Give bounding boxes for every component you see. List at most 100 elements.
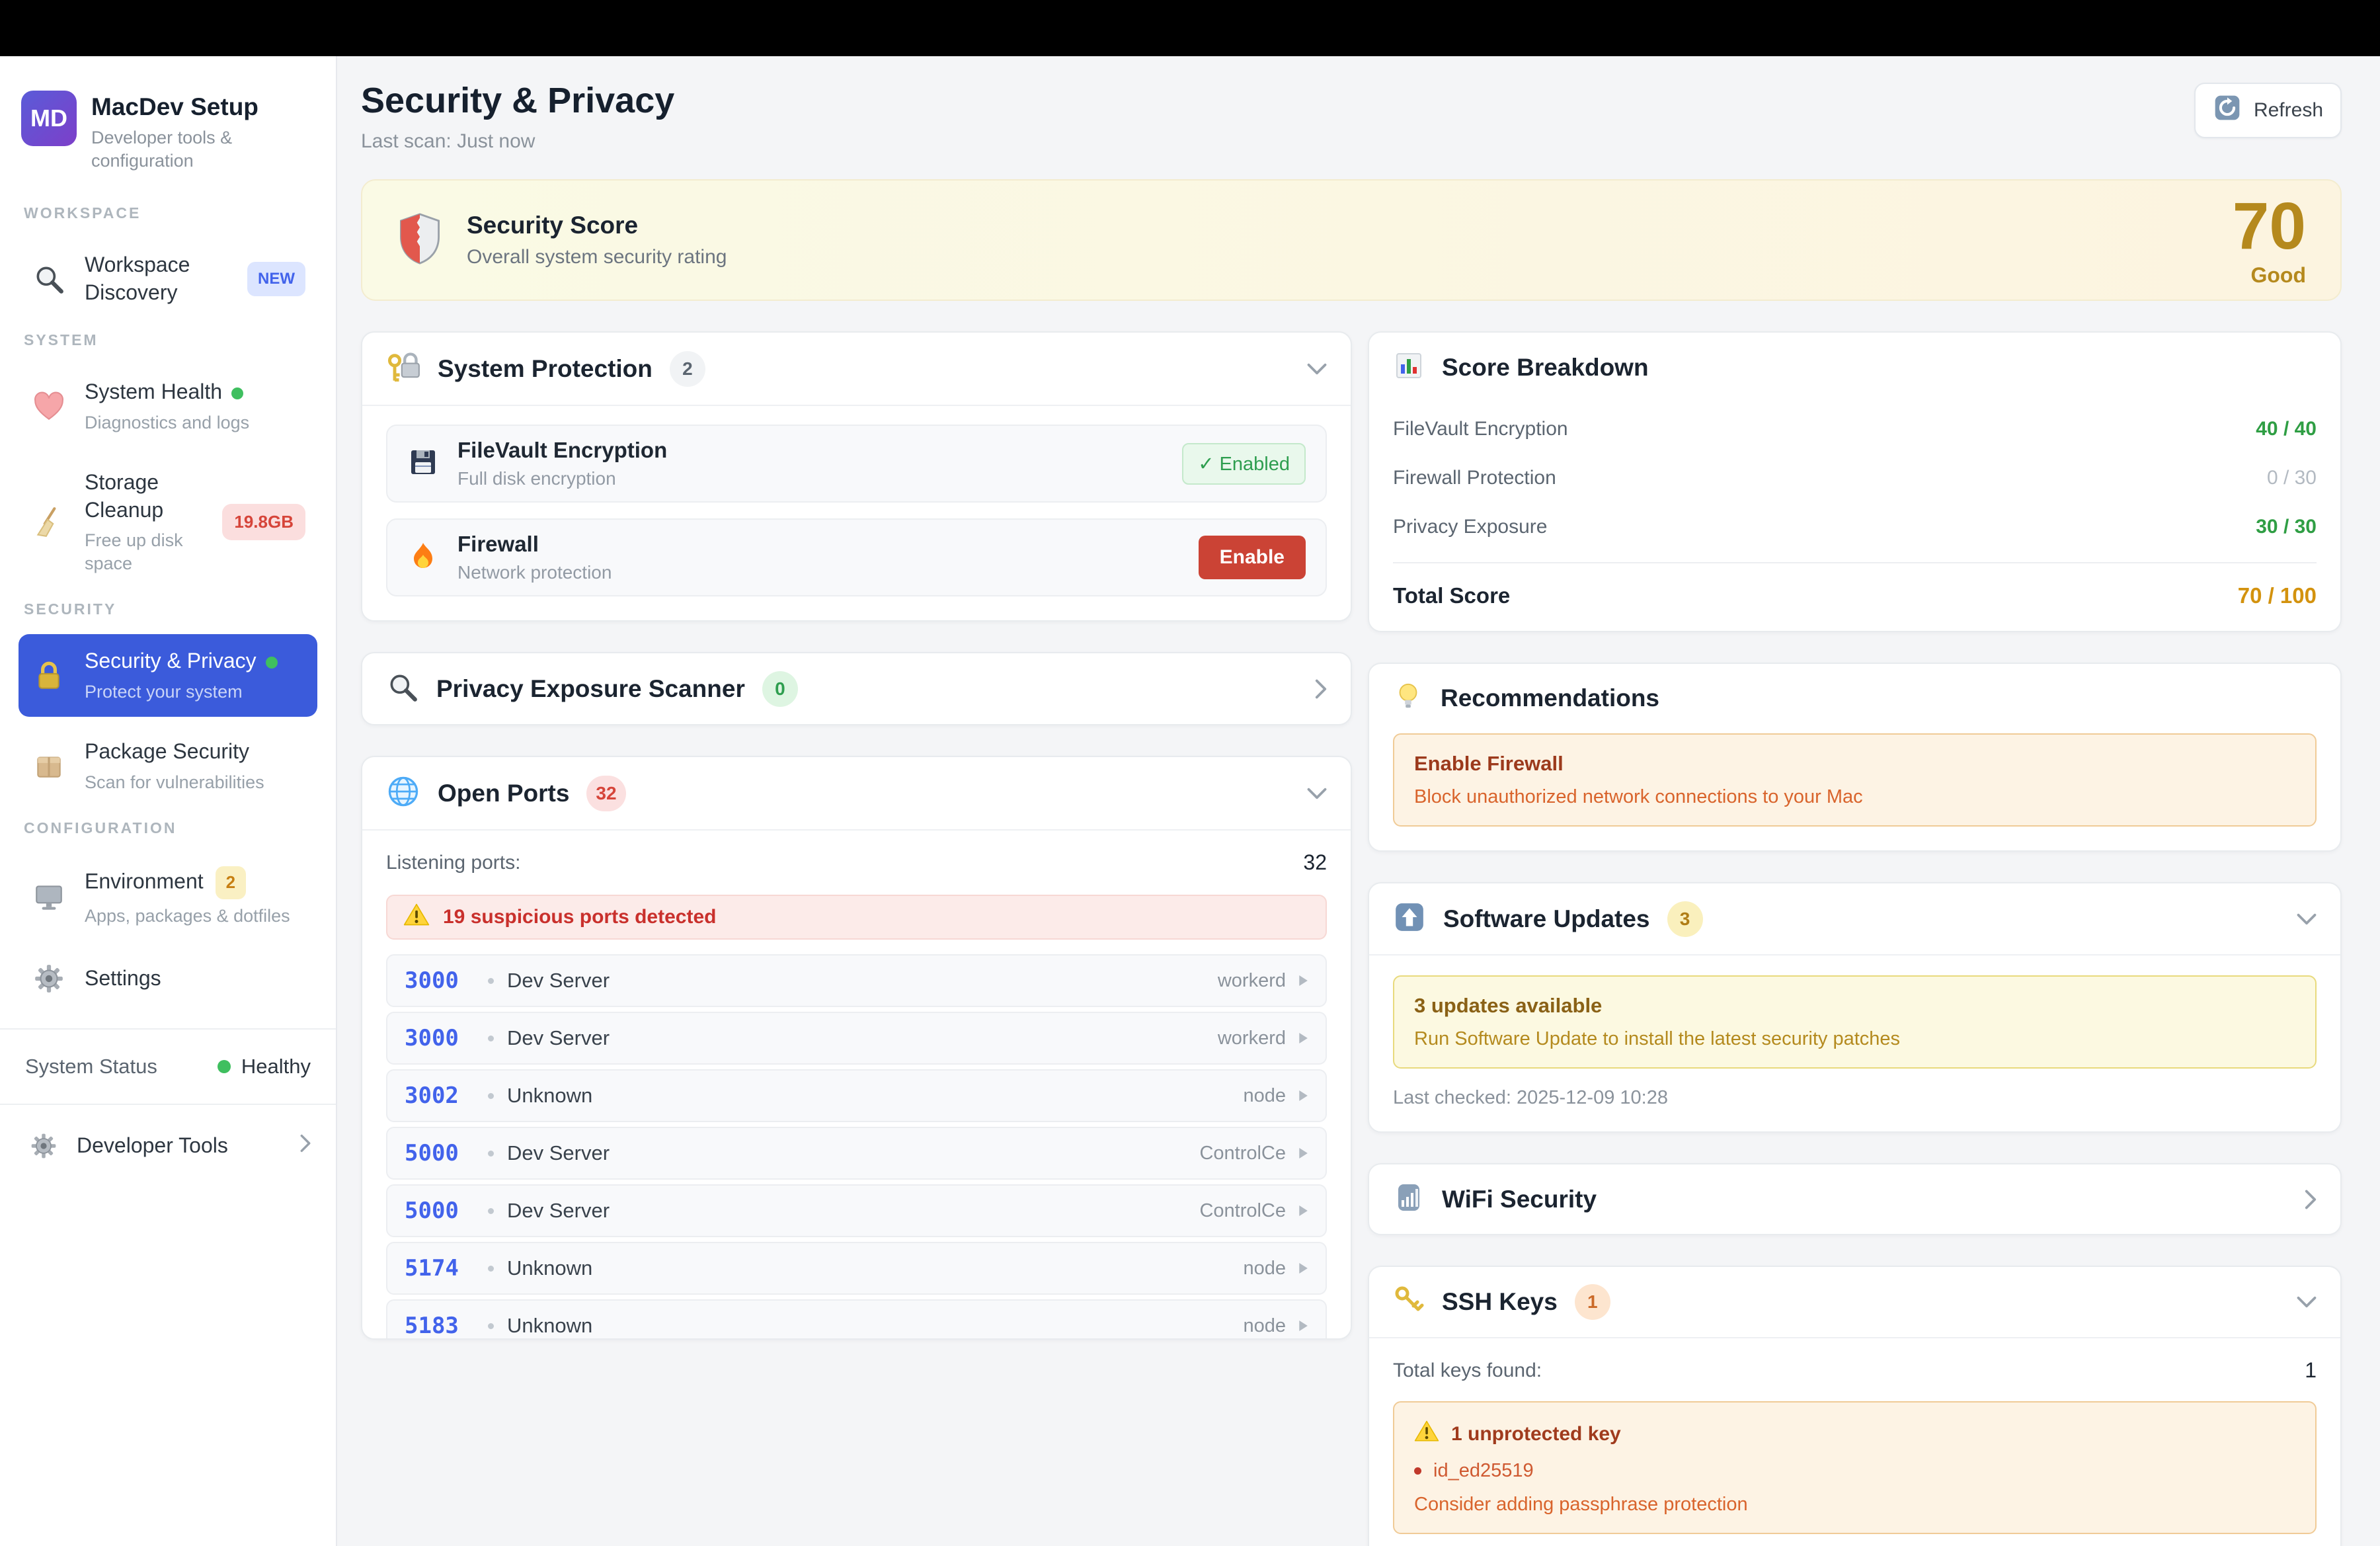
- separator-dot: [488, 1151, 494, 1157]
- section-label-configuration: CONFIGURATION: [24, 819, 317, 837]
- sidebar-item-subtitle: Scan for vulnerabilities: [85, 771, 305, 794]
- breakdown-row: Firewall Protection 0 / 30: [1393, 454, 2317, 503]
- separator-dot: [488, 1266, 494, 1272]
- port-number: 5183: [405, 1313, 487, 1339]
- sidebar-item-label: Package Security: [85, 738, 305, 766]
- ssh-alert-detail: Consider adding passphrase protection: [1414, 1494, 2295, 1516]
- card-title: System Protection: [438, 355, 653, 383]
- heart-icon: [30, 390, 67, 423]
- port-row[interactable]: 3000 Dev Server workerd: [386, 1012, 1327, 1065]
- firewall-row: Firewall Network protection Enable: [386, 518, 1327, 596]
- port-name: Unknown: [507, 1256, 592, 1280]
- software-updates-header[interactable]: Software Updates 3: [1369, 883, 2340, 956]
- port-name: Dev Server: [507, 969, 610, 993]
- divider: [0, 1028, 336, 1030]
- port-number: 3000: [405, 1025, 487, 1051]
- count-badge: 32: [586, 776, 625, 811]
- refresh-label: Refresh: [2254, 99, 2323, 122]
- port-name: Unknown: [507, 1084, 592, 1108]
- section-label-security: SECURITY: [24, 600, 317, 618]
- system-protection-header[interactable]: System Protection 2: [362, 333, 1351, 406]
- sidebar-item-storage-cleanup[interactable]: Storage Cleanup Free up disk space 19.8G…: [19, 456, 317, 589]
- expand-arrow-icon: [1298, 1089, 1308, 1102]
- feature-title: Firewall: [457, 532, 1180, 557]
- port-number: 3002: [405, 1082, 487, 1109]
- key-name: id_ed25519: [1433, 1460, 1534, 1482]
- sidebar-item-label: Environment: [85, 869, 204, 893]
- sidebar: MD MacDev Setup Developer tools & config…: [0, 56, 337, 1546]
- port-row[interactable]: 5183 Unknown node: [386, 1299, 1327, 1340]
- port-name: Dev Server: [507, 1199, 610, 1223]
- port-number: 5174: [405, 1255, 487, 1282]
- filevault-row: FileVault Encryption Full disk encryptio…: [386, 425, 1327, 503]
- total-score-value: 70 / 100: [2238, 583, 2317, 608]
- system-status-label: System Status: [25, 1055, 157, 1078]
- port-process: ControlCe: [1199, 1200, 1286, 1222]
- ssh-keys-header[interactable]: SSH Keys 1: [1369, 1267, 2340, 1338]
- signal-bars-icon: [1393, 1182, 1425, 1217]
- divider: [0, 1104, 336, 1105]
- sidebar-item-subtitle: Free up disk space: [85, 529, 205, 575]
- app-header: MD MacDev Setup Developer tools & config…: [19, 91, 317, 173]
- monitor-icon: [30, 880, 67, 913]
- refresh-icon: [2213, 93, 2242, 128]
- sidebar-item-label: Storage Cleanup: [85, 469, 205, 524]
- sidebar-item-environment[interactable]: Environment2 Apps, packages & dotfiles: [19, 853, 317, 941]
- app-name: MacDev Setup: [91, 93, 309, 121]
- port-row[interactable]: 5000 Dev Server ControlCe: [386, 1127, 1327, 1180]
- port-row[interactable]: 5174 Unknown node: [386, 1242, 1327, 1295]
- fire-icon: [407, 540, 439, 575]
- section-label-system: SYSTEM: [24, 331, 317, 349]
- open-ports-header[interactable]: Open Ports 32: [362, 757, 1351, 831]
- port-process: node: [1243, 1258, 1286, 1280]
- page-title: Security & Privacy: [361, 80, 674, 121]
- updates-alert-title: 3 updates available: [1414, 994, 2295, 1018]
- separator-dot: [488, 978, 494, 984]
- separator-dot: [488, 1093, 494, 1099]
- port-number: 3000: [405, 967, 487, 994]
- lock-icon: [30, 659, 67, 692]
- recommendations-card: Recommendations Enable Firewall Block un…: [1368, 663, 2342, 852]
- last-scan-text: Last scan: Just now: [361, 130, 674, 153]
- gear-icon: [25, 1131, 62, 1160]
- card-title: Score Breakdown: [1442, 354, 1649, 382]
- sidebar-item-system-health[interactable]: System Health Diagnostics and logs: [19, 365, 317, 448]
- developer-tools-row[interactable]: Developer Tools: [19, 1125, 317, 1167]
- unprotected-key-item: id_ed25519: [1414, 1460, 2295, 1482]
- app-logo: MD: [21, 91, 77, 146]
- port-process: node: [1243, 1085, 1286, 1107]
- lock-with-key-icon: [386, 350, 420, 387]
- sidebar-item-label: System Health: [85, 380, 222, 403]
- privacy-scanner-card: Privacy Exposure Scanner 0: [361, 652, 1352, 725]
- new-badge: NEW: [247, 262, 305, 296]
- port-row[interactable]: 3002 Unknown node: [386, 1069, 1327, 1122]
- warning-icon: [403, 903, 430, 932]
- expand-arrow-icon: [1298, 1319, 1308, 1332]
- refresh-button[interactable]: Refresh: [2194, 83, 2342, 138]
- system-status-value: Healthy: [241, 1055, 311, 1078]
- search-icon: [386, 671, 419, 707]
- globe-icon: [386, 774, 420, 812]
- breakdown-label: Privacy Exposure: [1393, 516, 1547, 538]
- sidebar-item-security-privacy[interactable]: Security & Privacy Protect your system: [19, 634, 317, 717]
- chevron-right-icon: [1315, 679, 1327, 699]
- sidebar-item-workspace-discovery[interactable]: Workspace Discovery NEW: [19, 238, 317, 319]
- separator-dot: [488, 1208, 494, 1214]
- enable-firewall-button[interactable]: Enable: [1199, 536, 1306, 579]
- sidebar-item-settings[interactable]: Settings: [19, 949, 317, 1008]
- sidebar-item-package-security[interactable]: Package Security Scan for vulnerabilitie…: [19, 725, 317, 807]
- floppy-disk-icon: [407, 446, 439, 481]
- status-dot: [231, 387, 243, 399]
- card-title: Recommendations: [1441, 684, 1659, 712]
- port-row[interactable]: 5000 Dev Server ControlCe: [386, 1184, 1327, 1237]
- wifi-security-header[interactable]: WiFi Security: [1369, 1164, 2340, 1234]
- port-row[interactable]: 3000 Dev Server workerd: [386, 954, 1327, 1007]
- breakdown-value: 0 / 30: [2267, 467, 2317, 489]
- sidebar-item-subtitle: Apps, packages & dotfiles: [85, 905, 305, 928]
- chevron-down-icon: [2297, 913, 2317, 925]
- breakdown-label: Firewall Protection: [1393, 467, 1556, 489]
- enabled-badge: ✓ Enabled: [1182, 443, 1306, 485]
- recommendation-item: Enable Firewall Block unauthorized netwo…: [1393, 733, 2317, 827]
- privacy-scanner-header[interactable]: Privacy Exposure Scanner 0: [362, 653, 1351, 724]
- port-process: node: [1243, 1315, 1286, 1337]
